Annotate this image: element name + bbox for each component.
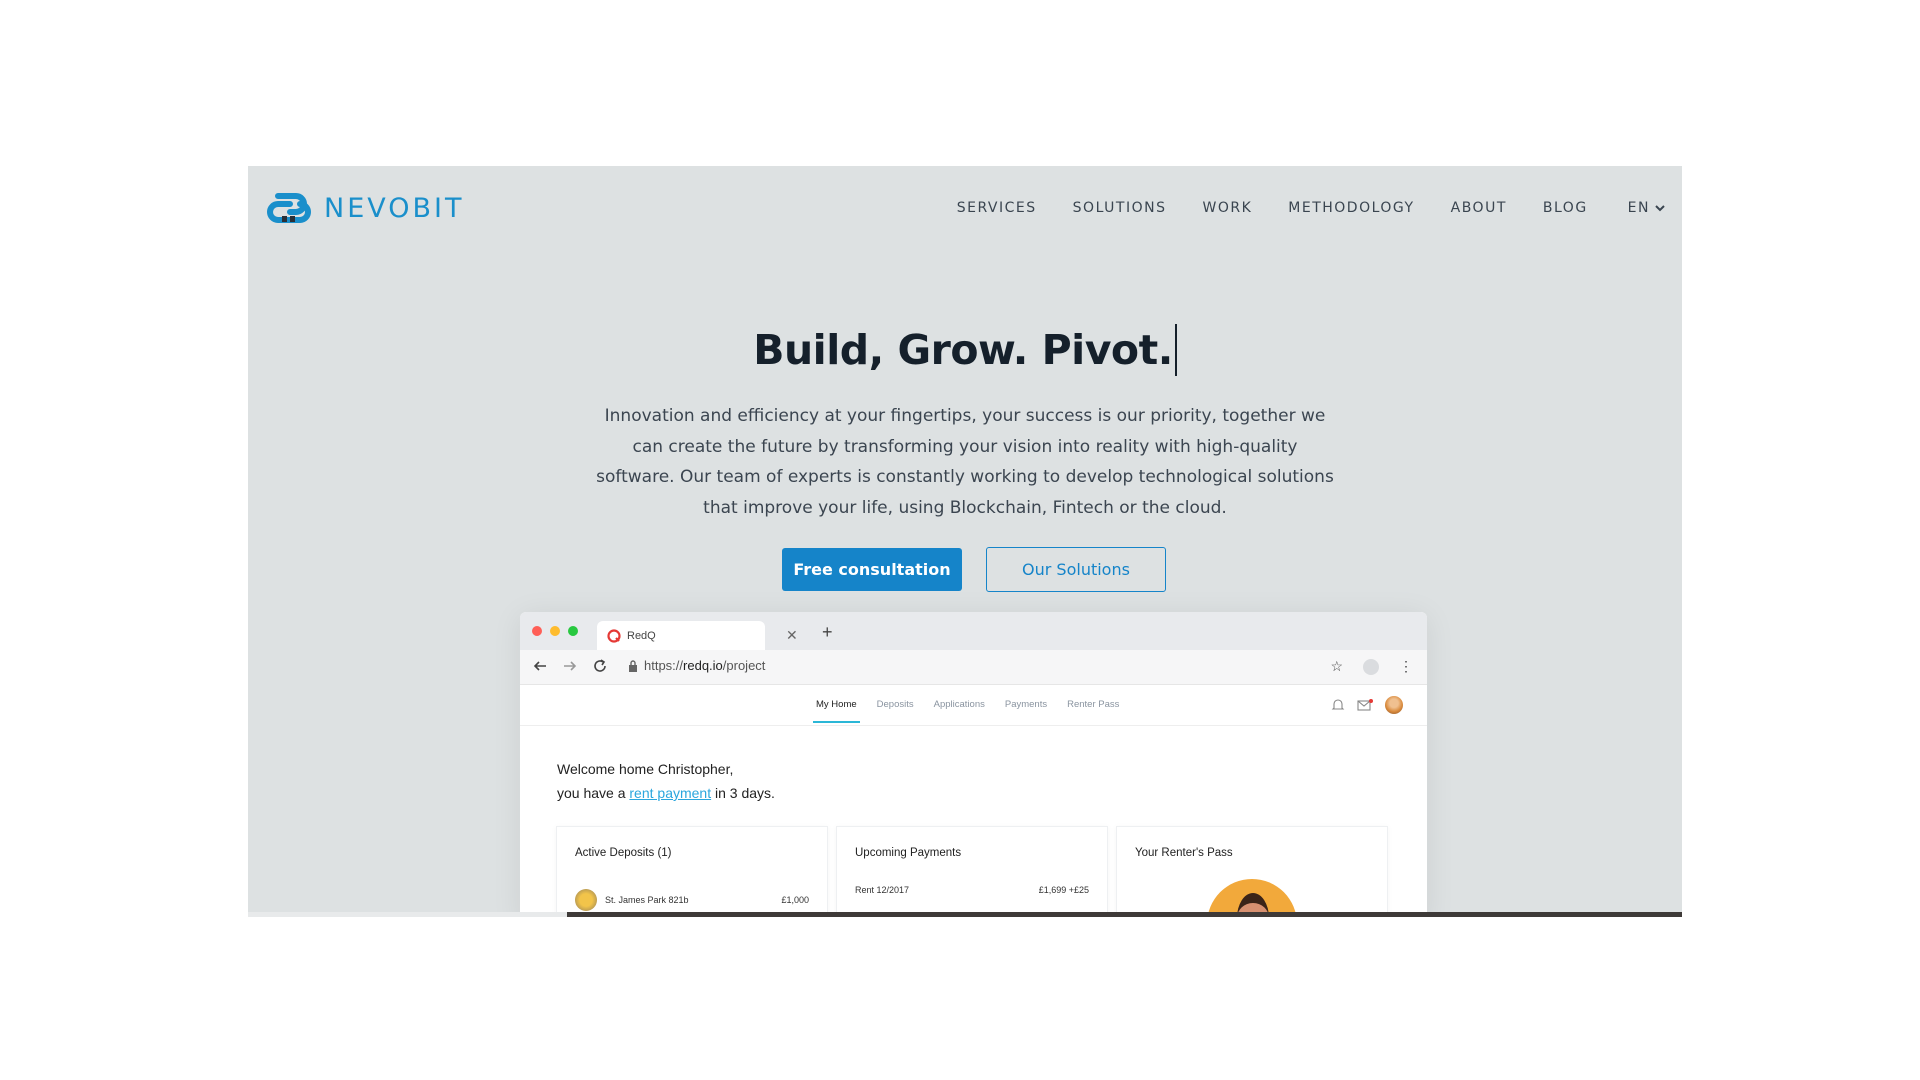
star-icon: ☆ [1330,658,1343,674]
forward-arrow-icon [564,661,577,671]
card-row: St. James Park 821b £1,000 [575,889,809,911]
property-thumbnail-icon [575,889,597,911]
mockup-tab-payments: Payments [1004,699,1048,710]
website-viewport: NEVOBIT SERVICES SOLUTIONS WORK METHODOL… [248,166,1682,917]
mockup-tabbar: RedQ ✕ + [520,612,1427,650]
new-tab-icon: + [822,622,833,642]
welcome-post: in 3 days. [711,785,775,801]
mockup-tab-my-home: My Home [813,699,860,723]
nav-services[interactable]: SERVICES [957,200,1037,216]
chevron-down-icon [1655,205,1665,212]
mockup-app-tabs: My Home Deposits Applications Payments R… [813,699,1120,723]
logo[interactable]: NEVOBIT [264,190,464,226]
bell-icon [1331,699,1345,710]
nav-blog[interactable]: BLOG [1543,200,1588,216]
nav-about[interactable]: ABOUT [1451,200,1507,216]
our-solutions-button[interactable]: Our Solutions [986,547,1166,592]
nav-methodology[interactable]: METHODOLOGY [1288,200,1414,216]
bottom-strip-dark [567,912,1682,917]
hero-title-text: Build, Grow. Pivot. [753,326,1173,374]
welcome-message: Welcome home Christopher, you have a ren… [557,757,775,805]
mockup-tab: RedQ [597,621,765,650]
url-domain: redq.io [683,658,723,673]
mockup-url: https://redq.io/project [628,658,765,673]
mockup-app-actions [1331,696,1403,714]
mockup-tab-title: RedQ [627,629,656,642]
welcome-line-2: you have a rent payment in 3 days. [557,781,775,805]
mail-icon [1357,699,1373,711]
maximize-dot-icon [568,626,578,636]
back-arrow-icon [533,661,546,671]
payment-label: Rent 12/2017 [855,885,910,895]
reload-icon [594,659,606,672]
mockup-nav-icons [532,658,608,674]
main-nav: SERVICES SOLUTIONS WORK METHODOLOGY ABOU… [921,200,1666,216]
welcome-line-1: Welcome home Christopher, [557,761,734,777]
nav-work[interactable]: WORK [1202,200,1252,216]
url-path: /project [722,658,766,673]
profile-circle-icon [1363,658,1379,675]
avatar [1385,696,1403,714]
welcome-pre: you have a [557,785,630,801]
free-consultation-button[interactable]: Free consultation [782,548,962,591]
bottom-strip-light [248,912,567,917]
hero-description: Innovation and efficiency at your finger… [596,406,1334,518]
mockup-tab-renter-pass: Renter Pass [1067,699,1120,710]
more-vert-icon: ⋮ [1399,658,1413,674]
redq-favicon-icon [607,628,621,643]
card-renters-pass: Your Renter's Pass [1116,826,1388,917]
mockup-tab-applications: Applications [933,699,985,710]
hero-title: Build, Grow. Pivot. [248,324,1682,376]
lock-icon [629,659,637,672]
deposit-amount: £1,000 [781,895,809,905]
logo-text: NEVOBIT [324,192,465,224]
logo-mark-icon [267,193,311,223]
mockup-tab-deposits: Deposits [876,699,914,710]
payment-amount: £1,699 +£25 [1038,885,1089,895]
language-label: EN [1627,200,1650,216]
language-selector[interactable]: EN [1628,200,1666,216]
mockup-address-bar: https://redq.io/project ☆ ⋮ [520,650,1427,685]
minimize-dot-icon [550,626,560,636]
url-prefix: https:// [644,658,684,673]
rent-payment-link: rent payment [629,785,712,801]
nav-solutions[interactable]: SOLUTIONS [1073,200,1167,216]
text-cursor [1174,324,1177,376]
deposit-property: St. James Park 821b [605,895,689,905]
card-active-deposits: Active Deposits (1) St. James Park 821b … [556,826,828,917]
card-row: Rent 12/2017 £1,699 +£25 [855,885,1089,895]
card-title: Your Renter's Pass [1135,847,1233,859]
close-tab-icon: ✕ [786,627,798,643]
card-title: Active Deposits (1) [575,847,672,859]
mockup-address-actions: ☆ ⋮ [1330,658,1413,675]
mockup-app-nav: My Home Deposits Applications Payments R… [520,685,1427,726]
card-title: Upcoming Payments [855,847,962,859]
close-dot-icon [532,626,542,636]
card-upcoming-payments: Upcoming Payments Rent 12/2017 £1,699 +£… [836,826,1108,917]
browser-mockup: RedQ ✕ + https://redq.io/project ☆ ⋮ My … [520,612,1427,917]
